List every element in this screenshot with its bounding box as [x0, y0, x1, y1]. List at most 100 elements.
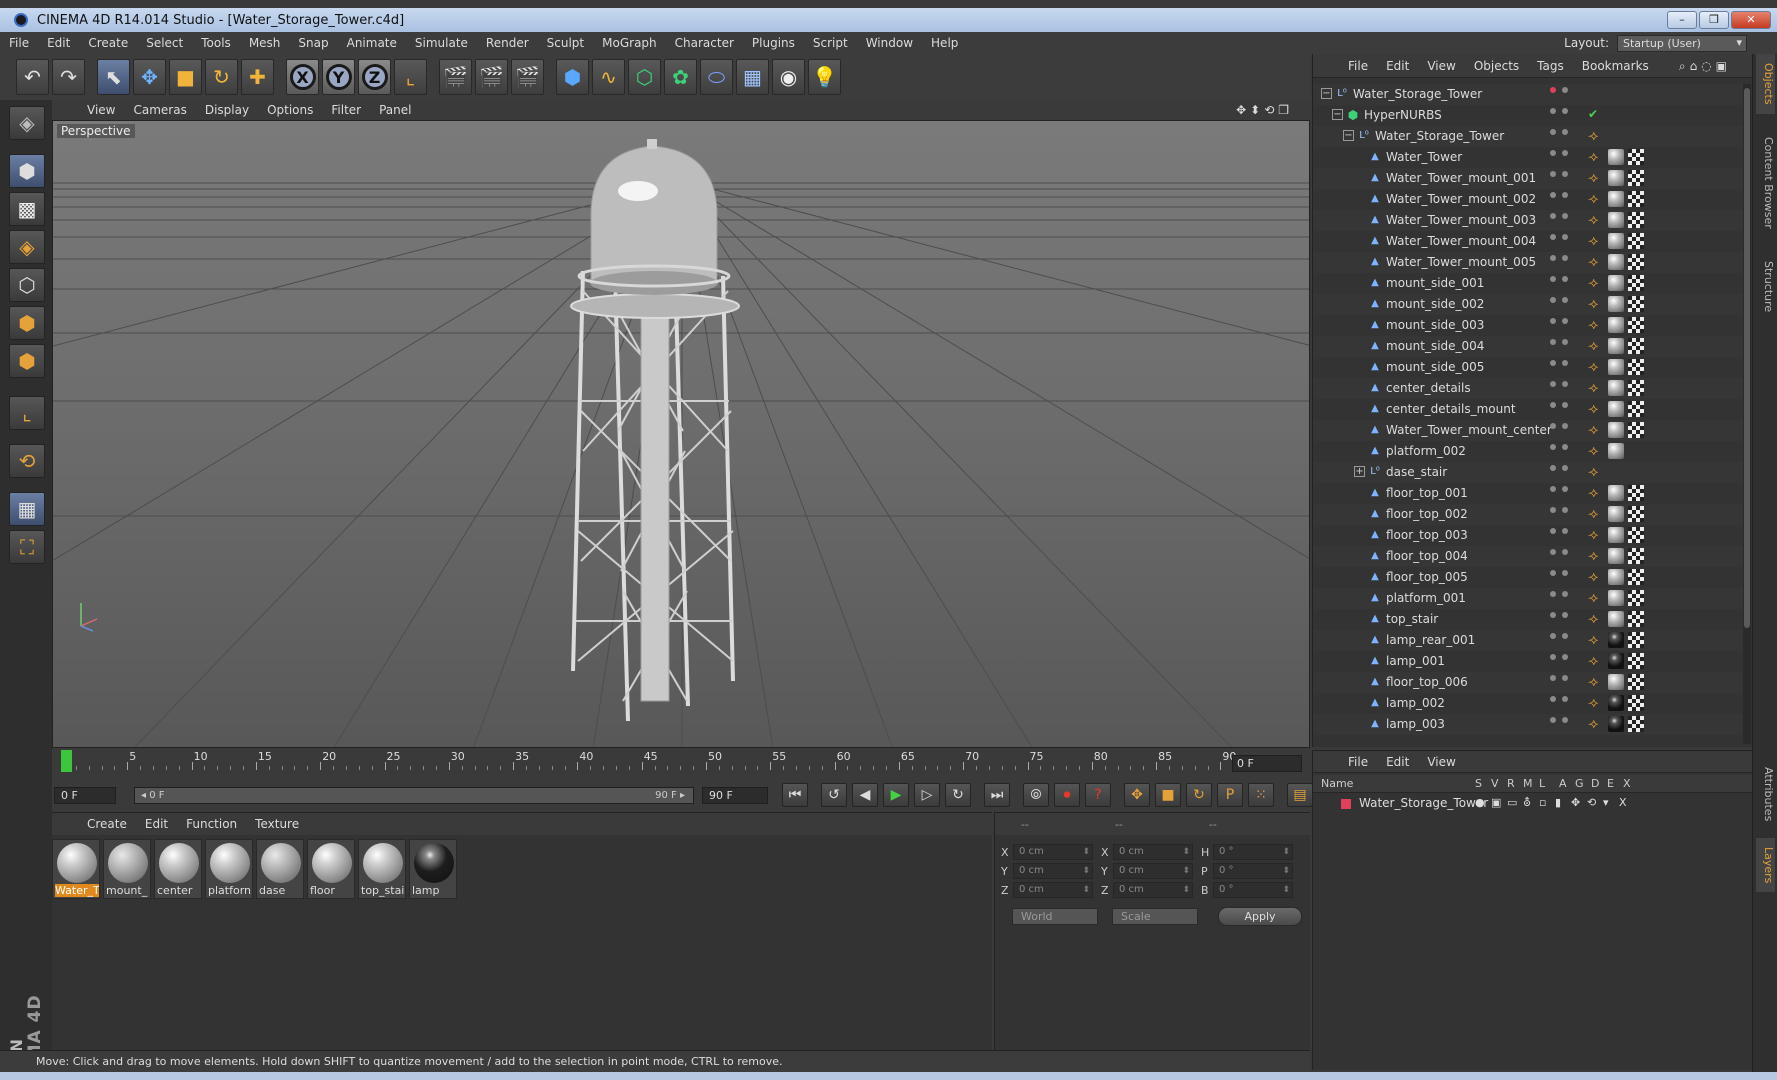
- menu-mesh[interactable]: Mesh: [240, 36, 290, 50]
- material-tag-icon[interactable]: [1608, 716, 1624, 732]
- object-row[interactable]: ▲ Water_Tower_mount_005 ⟢: [1313, 252, 1743, 273]
- render-visibility-dot[interactable]: [1562, 150, 1568, 156]
- play-button[interactable]: ▶: [883, 783, 909, 807]
- uvw-tag-icon[interactable]: [1628, 380, 1644, 396]
- object-name[interactable]: floor_top_001: [1386, 486, 1468, 500]
- object-row[interactable]: − L⁰ Water_Storage_Tower: [1313, 84, 1743, 105]
- material-tag-icon[interactable]: [1608, 317, 1624, 333]
- visibility-dots[interactable]: [1550, 675, 1580, 685]
- layer-flag-toggle-icon[interactable]: ⟲: [1587, 796, 1596, 809]
- material-swatch[interactable]: dase: [256, 839, 304, 899]
- object-row[interactable]: − L⁰ Water_Storage_Tower ⟢: [1313, 126, 1743, 147]
- editor-visibility-dot[interactable]: [1550, 423, 1556, 429]
- object-row[interactable]: ▲ lamp_001 ⟢: [1313, 651, 1743, 672]
- coord-value-field[interactable]: 0 °: [1213, 863, 1293, 879]
- z-axis-lock-button[interactable]: Z: [358, 59, 391, 95]
- editor-visibility-dot[interactable]: [1550, 528, 1556, 534]
- objects-menu-bookmarks[interactable]: Bookmarks: [1573, 59, 1658, 73]
- next-key-button[interactable]: ↻: [945, 783, 971, 807]
- menu-edit[interactable]: Edit: [38, 36, 79, 50]
- render-visibility-dot[interactable]: [1562, 213, 1568, 219]
- material-tag-icon[interactable]: [1608, 380, 1624, 396]
- coord-value-field[interactable]: 0 cm: [1113, 882, 1193, 898]
- uvw-tag-icon[interactable]: [1628, 275, 1644, 291]
- material-swatch[interactable]: Water_T: [52, 839, 100, 899]
- render-visibility-dot[interactable]: [1562, 549, 1568, 555]
- object-row[interactable]: ▲ mount_side_003 ⟢: [1313, 315, 1743, 336]
- visibility-dots[interactable]: [1550, 360, 1580, 370]
- uvw-tag-icon[interactable]: [1628, 590, 1644, 606]
- visibility-dots[interactable]: [1550, 465, 1580, 475]
- editor-visibility-dot[interactable]: [1550, 318, 1556, 324]
- go-to-end-button[interactable]: ⏭: [984, 783, 1010, 807]
- visibility-dots[interactable]: [1550, 234, 1580, 244]
- visibility-dots[interactable]: [1550, 276, 1580, 286]
- object-name[interactable]: lamp_003: [1386, 717, 1445, 731]
- visibility-dots[interactable]: [1550, 339, 1580, 349]
- enabled-check-icon[interactable]: ✔: [1588, 107, 1598, 121]
- phong-tag-icon[interactable]: ⟢: [1588, 443, 1604, 459]
- tree-expander-icon[interactable]: +: [1354, 466, 1365, 477]
- object-name[interactable]: Water_Storage_Tower: [1353, 87, 1482, 101]
- objects-menu-file[interactable]: File: [1339, 59, 1377, 73]
- render-visibility-dot[interactable]: [1562, 297, 1568, 303]
- material-menu-function[interactable]: Function: [177, 817, 246, 831]
- layer-flag-toggle-icon[interactable]: ⛢: [1523, 796, 1531, 809]
- object-search-icons[interactable]: ⌕⌂◌▣: [1670, 59, 1740, 74]
- editor-visibility-dot[interactable]: [1550, 234, 1556, 240]
- layer-column-header[interactable]: D: [1591, 777, 1599, 790]
- tree-expander-icon[interactable]: −: [1343, 130, 1354, 141]
- render-visibility-dot[interactable]: [1562, 717, 1568, 723]
- editor-visibility-dot[interactable]: [1550, 675, 1556, 681]
- menu-character[interactable]: Character: [666, 36, 743, 50]
- material-tag-icon[interactable]: [1608, 590, 1624, 606]
- visibility-dots[interactable]: [1550, 591, 1580, 601]
- layer-column-header[interactable]: V: [1491, 777, 1499, 790]
- render-visibility-dot[interactable]: [1562, 633, 1568, 639]
- render-visibility-dot[interactable]: [1562, 360, 1568, 366]
- edges-mode-button[interactable]: ⬢: [9, 306, 45, 340]
- render-visibility-dot[interactable]: [1562, 318, 1568, 324]
- phong-tag-icon[interactable]: ⟢: [1588, 254, 1604, 270]
- cube-object-button[interactable]: ⬢: [556, 59, 589, 95]
- workplane-lock-button[interactable]: ⛶: [9, 530, 45, 564]
- editor-visibility-dot[interactable]: [1550, 465, 1556, 471]
- visibility-dots[interactable]: [1550, 108, 1580, 118]
- phong-tag-icon[interactable]: ⟢: [1588, 527, 1604, 543]
- material-swatch[interactable]: mount_: [103, 839, 151, 899]
- render-visibility-dot[interactable]: [1562, 486, 1568, 492]
- coord-value-field[interactable]: 0 °: [1213, 844, 1293, 860]
- render-visibility-dot[interactable]: [1562, 507, 1568, 513]
- object-name[interactable]: platform_001: [1386, 591, 1466, 605]
- render-visibility-dot[interactable]: [1562, 129, 1568, 135]
- layer-column-header[interactable]: G: [1575, 777, 1584, 790]
- render-visibility-dot[interactable]: [1562, 654, 1568, 660]
- next-frame-button[interactable]: ▷: [914, 783, 940, 807]
- object-row[interactable]: ▲ Water_Tower ⟢: [1313, 147, 1743, 168]
- object-row[interactable]: ▲ mount_side_005 ⟢: [1313, 357, 1743, 378]
- frame-ruler[interactable]: 051015202530354045505560657075808590: [52, 748, 1236, 780]
- object-row[interactable]: ▲ top_stair ⟢: [1313, 609, 1743, 630]
- layer-flag-toggle-icon[interactable]: ▾: [1603, 796, 1609, 809]
- phong-tag-icon[interactable]: ⟢: [1588, 338, 1604, 354]
- tab-layers[interactable]: Layers: [1756, 838, 1775, 892]
- render-visibility-dot[interactable]: [1562, 402, 1568, 408]
- phong-tag-icon[interactable]: ⟢: [1588, 422, 1604, 438]
- x-axis-lock-button[interactable]: X: [286, 59, 319, 95]
- object-row[interactable]: ▲ lamp_002 ⟢: [1313, 693, 1743, 714]
- object-row[interactable]: ▲ platform_001 ⟢: [1313, 588, 1743, 609]
- menu-create[interactable]: Create: [79, 36, 137, 50]
- uvw-tag-icon[interactable]: [1628, 149, 1644, 165]
- record-position-button[interactable]: ✥: [1124, 783, 1150, 807]
- visibility-dots[interactable]: [1550, 255, 1580, 265]
- editor-visibility-dot[interactable]: [1550, 129, 1556, 135]
- visibility-dots[interactable]: [1550, 192, 1580, 202]
- editor-visibility-dot[interactable]: [1550, 150, 1556, 156]
- timeline-ruler[interactable]: 051015202530354045505560657075808590 0 F: [52, 748, 1310, 780]
- object-name[interactable]: floor_top_002: [1386, 507, 1468, 521]
- render-visibility-dot[interactable]: [1562, 108, 1568, 114]
- objects-menu-edit[interactable]: Edit: [1377, 59, 1418, 73]
- object-scrollbar[interactable]: [1743, 84, 1751, 744]
- layer-flag-toggle-icon[interactable]: ▫: [1539, 796, 1546, 809]
- phong-tag-icon[interactable]: ⟢: [1588, 590, 1604, 606]
